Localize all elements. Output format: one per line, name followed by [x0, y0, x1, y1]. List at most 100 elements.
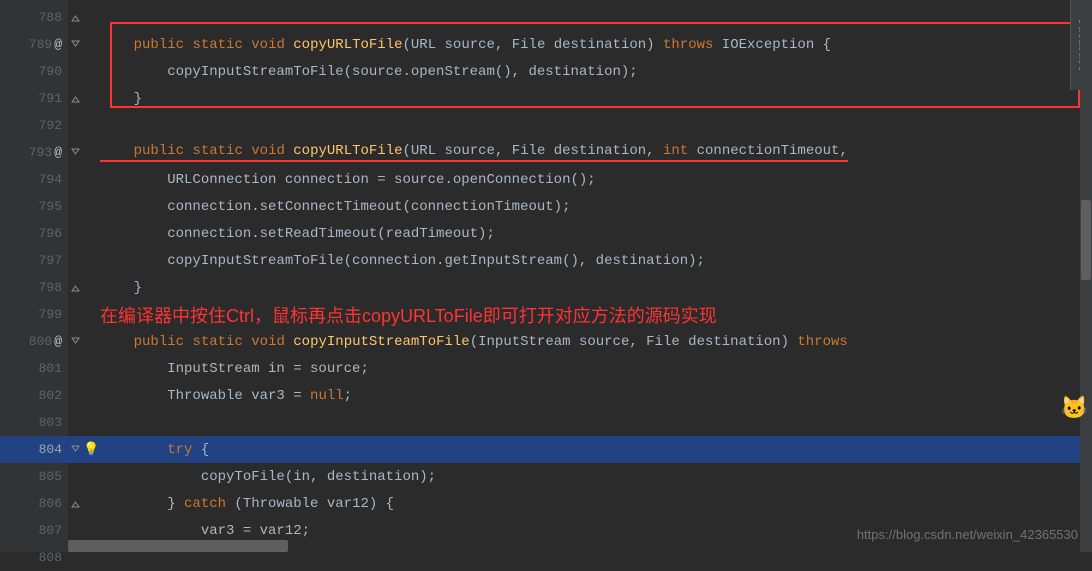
line-number: 805 [39, 469, 62, 484]
code-content: var3 = var12; [100, 523, 310, 539]
code-line[interactable]: copyInputStreamToFile(source.openStream(… [68, 58, 1092, 85]
code-line[interactable]: } [68, 85, 1092, 112]
line-margin [70, 337, 100, 347]
code-content: copyInputStreamToFile(connection.getInpu… [100, 253, 705, 269]
code-content: try { [100, 442, 209, 458]
line-number: 788 [39, 10, 62, 25]
fold-collapse-icon[interactable] [70, 40, 80, 50]
fold-collapse-icon[interactable] [70, 445, 80, 455]
gutter-row: 806 [0, 490, 68, 517]
gutter: 788789@790791792793@79479579679779879980… [0, 0, 68, 552]
line-number: 807 [39, 523, 62, 538]
code-content: URLConnection connection = source.openCo… [100, 172, 596, 188]
line-margin [70, 94, 100, 104]
horizontal-scrollbar-thumb[interactable] [68, 540, 288, 552]
line-number: 797 [39, 253, 62, 268]
line-margin: 💡 [70, 442, 100, 457]
line-number: 799 [39, 307, 62, 322]
code-content: public static void copyURLToFile(URL sou… [100, 37, 831, 53]
fold-expand-icon[interactable] [70, 283, 80, 293]
vcs-change-icon: @ [54, 145, 62, 160]
line-number: 800 [29, 334, 52, 349]
gutter-row: 798 [0, 274, 68, 301]
code-content: connection.setConnectTimeout(connectionT… [100, 199, 570, 215]
line-margin [70, 499, 100, 509]
line-number: 794 [39, 172, 62, 187]
line-number: 801 [39, 361, 62, 376]
code-line[interactable]: connection.setReadTimeout(readTimeout); [68, 220, 1092, 247]
intention-bulb-icon[interactable]: 💡 [83, 442, 99, 457]
gutter-row: 790 [0, 58, 68, 85]
line-number: 808 [39, 550, 62, 565]
line-number: 790 [39, 64, 62, 79]
code-line[interactable]: connection.setConnectTimeout(connectionT… [68, 193, 1092, 220]
code-line[interactable]: copyInputStreamToFile(connection.getInpu… [68, 247, 1092, 274]
line-margin [70, 148, 100, 158]
gutter-row: 789@ [0, 31, 68, 58]
code-line[interactable]: InputStream in = source; [68, 355, 1092, 382]
code-line[interactable]: public static void copyURLToFile(URL sou… [68, 139, 1092, 166]
code-content: InputStream in = source; [100, 361, 369, 377]
code-line[interactable]: public static void copyURLToFile(URL sou… [68, 31, 1092, 58]
annotation-text: 在编译器中按住Ctrl，鼠标再点击copyURLToFile即可打开对应方法的源… [100, 302, 717, 328]
code-line[interactable] [68, 112, 1092, 139]
line-number: 806 [39, 496, 62, 511]
vertical-scrollbar[interactable] [1080, 0, 1092, 552]
code-content: } [100, 280, 142, 296]
code-content: } catch (Throwable var12) { [100, 496, 394, 512]
code-area[interactable]: public static void copyURLToFile(URL sou… [68, 0, 1092, 552]
code-line[interactable]: Throwable var3 = null; [68, 382, 1092, 409]
line-number: 803 [39, 415, 62, 430]
fold-expand-icon[interactable] [70, 13, 80, 23]
gutter-row: 802 [0, 382, 68, 409]
gutter-row: 801 [0, 355, 68, 382]
gutter-row: 791 [0, 85, 68, 112]
line-number: 798 [39, 280, 62, 295]
gutter-row: 792 [0, 112, 68, 139]
code-line[interactable] [68, 409, 1092, 436]
code-content: } [100, 91, 142, 107]
watermark-text: https://blog.csdn.net/weixin_42365530 [857, 527, 1078, 542]
line-number: 795 [39, 199, 62, 214]
code-line[interactable]: public static void copyInputStreamToFile… [68, 328, 1092, 355]
vcs-change-icon: @ [54, 334, 62, 349]
line-number: 789 [29, 37, 52, 52]
gutter-row: 804 [0, 436, 68, 463]
line-number: 796 [39, 226, 62, 241]
gutter-row: 794 [0, 166, 68, 193]
code-editor: 788789@790791792793@79479579679779879980… [0, 0, 1092, 552]
line-margin [70, 40, 100, 50]
code-line[interactable]: } catch (Throwable var12) { [68, 490, 1092, 517]
vcs-change-icon: @ [54, 37, 62, 52]
code-line[interactable]: 在编译器中按住Ctrl，鼠标再点击copyURLToFile即可打开对应方法的源… [68, 301, 1092, 328]
line-margin [70, 283, 100, 293]
code-content: Throwable var3 = null; [100, 388, 352, 404]
code-line[interactable]: URLConnection connection = source.openCo… [68, 166, 1092, 193]
code-line[interactable]: } [68, 274, 1092, 301]
gutter-row: 797 [0, 247, 68, 274]
line-number: 792 [39, 118, 62, 133]
code-content: public static void copyInputStreamToFile… [100, 334, 848, 350]
gutter-row: 807 [0, 517, 68, 544]
code-line[interactable]: 💡 try { [68, 436, 1092, 463]
fold-collapse-icon[interactable] [70, 337, 80, 347]
line-margin [70, 13, 100, 23]
line-number: 802 [39, 388, 62, 403]
gutter-row: 803 [0, 409, 68, 436]
line-number: 793 [29, 145, 52, 160]
gutter-row: 800@ [0, 328, 68, 355]
gutter-row: 788 [0, 4, 68, 31]
code-line[interactable]: copyToFile(in, destination); [68, 463, 1092, 490]
gutter-row: 808 [0, 544, 68, 571]
gutter-row: 795 [0, 193, 68, 220]
line-number: 804 [39, 442, 62, 457]
fold-expand-icon[interactable] [70, 499, 80, 509]
code-content: copyInputStreamToFile(source.openStream(… [100, 64, 638, 80]
fold-collapse-icon[interactable] [70, 148, 80, 158]
gutter-row: 805 [0, 463, 68, 490]
line-number: 791 [39, 91, 62, 106]
gutter-row: 799 [0, 301, 68, 328]
scrollbar-thumb[interactable] [1081, 200, 1091, 280]
code-line[interactable] [68, 4, 1092, 31]
fold-expand-icon[interactable] [70, 94, 80, 104]
